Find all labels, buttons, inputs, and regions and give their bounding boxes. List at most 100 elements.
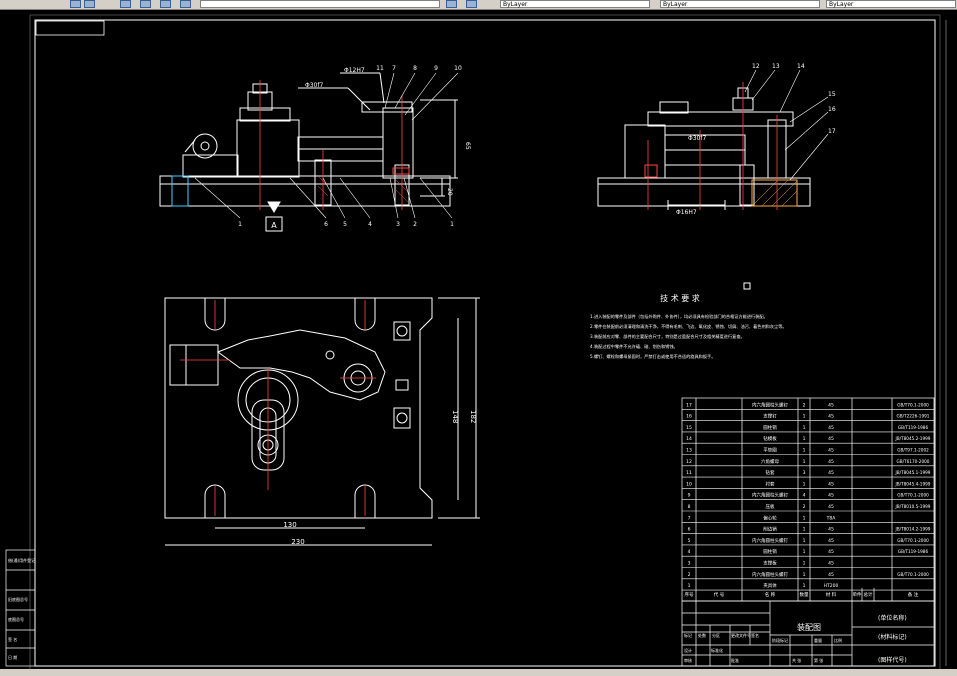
side-view bbox=[597, 69, 829, 210]
bom-cell: JB/T8045.2-1999 bbox=[895, 436, 931, 441]
svg-text:标记: 标记 bbox=[684, 632, 692, 638]
bom-cell: 支撑钉 bbox=[763, 413, 777, 420]
bom-header-cell: 数量 bbox=[800, 591, 809, 598]
bom-cell: 1 bbox=[803, 515, 806, 521]
svg-text:旧底图总号: 旧底图总号 bbox=[8, 596, 28, 602]
bom-cell: JB/T8014.2-1999 bbox=[895, 527, 931, 532]
bom-cell: 六角螺母 bbox=[761, 458, 779, 465]
svg-text:8: 8 bbox=[413, 65, 417, 72]
bom-header-cell: 名 称 bbox=[765, 591, 776, 598]
bom-cell: 17 bbox=[686, 402, 692, 408]
plan-height-outer: 182 bbox=[469, 410, 477, 423]
side-stamp bbox=[5, 549, 36, 667]
material-code: (材料标记) bbox=[878, 633, 907, 641]
bom-cell: 平垫圈 bbox=[763, 447, 777, 454]
bom-cell: 夹具体 bbox=[763, 582, 777, 589]
bom-cell: 内六角圆柱头螺钉 bbox=[752, 537, 788, 544]
front-fit-label: Φ30f7 bbox=[305, 82, 323, 89]
bom-cell: 1 bbox=[803, 561, 806, 567]
bom-cell: 削边销 bbox=[763, 526, 777, 533]
svg-text:标准化: 标准化 bbox=[711, 647, 723, 653]
svg-text:13: 13 bbox=[772, 63, 780, 70]
svg-text:12: 12 bbox=[752, 63, 760, 70]
bom-cell: JB/T8045.1-1999 bbox=[895, 470, 931, 475]
bom-cell: 45 bbox=[828, 549, 834, 555]
bom-cell: 偏心轮 bbox=[763, 514, 777, 521]
svg-text:11: 11 bbox=[376, 65, 384, 72]
bom-cell: 4 bbox=[803, 493, 806, 499]
bom-cell: 45 bbox=[828, 572, 834, 578]
svg-text:阶段标记: 阶段标记 bbox=[772, 637, 788, 643]
svg-text:底图总号: 底图总号 bbox=[8, 616, 24, 622]
svg-text:共 张: 共 张 bbox=[792, 657, 801, 663]
bom-cell: 45 bbox=[828, 561, 834, 567]
bom-cell: 11 bbox=[686, 470, 692, 476]
svg-text:1: 1 bbox=[450, 221, 454, 228]
bom-cell: 1 bbox=[803, 583, 806, 589]
bom-cell: 45 bbox=[828, 527, 834, 533]
front-view bbox=[159, 72, 459, 232]
svg-text:3.装配前应对零、部件的主要配合尺寸，特别是过盈配合尺寸及相: 3.装配前应对零、部件的主要配合尺寸，特别是过盈配合尺寸及相关精度进行复查。 bbox=[590, 333, 745, 340]
svg-text:审核: 审核 bbox=[684, 657, 692, 663]
plan-view bbox=[164, 297, 480, 546]
bom-cell: 1 bbox=[803, 448, 806, 454]
svg-text:4.装配过程中零件不允许磕、碰、划伤和锈蚀。: 4.装配过程中零件不允许磕、碰、划伤和锈蚀。 bbox=[590, 343, 678, 350]
bom-cell: GB/T6170-2000 bbox=[897, 459, 930, 464]
bom-cell: 圆柱销 bbox=[763, 424, 777, 431]
svg-text:1.进入装配的零件及部件（包括外购件、外协件），均必须具有检: 1.进入装配的零件及部件（包括外购件、外协件），均必须具有检验部门的合格证方能进… bbox=[590, 313, 768, 320]
bom-cell: 2 bbox=[803, 504, 806, 510]
bom-header-cell: 序号 bbox=[685, 591, 694, 598]
bom-cell: 1 bbox=[803, 436, 806, 442]
title-block-labels: 标记 处数 分区 更改文件号 签名 设计 标准化 审核 批准 阶段标记 重量 比… bbox=[684, 632, 842, 663]
svg-text:2: 2 bbox=[413, 221, 417, 228]
tech-req-list: 1.进入装配的零件及部件（包括外购件、外协件），均必须具有检验部门的合格证方能进… bbox=[590, 313, 787, 360]
svg-text:第 张: 第 张 bbox=[814, 657, 823, 663]
svg-text:设计: 设计 bbox=[684, 647, 692, 653]
svg-text:5: 5 bbox=[343, 221, 347, 228]
svg-text:7: 7 bbox=[392, 65, 396, 72]
bom-header-cell: 备 注 bbox=[908, 591, 919, 598]
bom-cell: 45 bbox=[828, 470, 834, 476]
section-marker: A bbox=[271, 221, 277, 230]
bom-cell: 3 bbox=[688, 561, 691, 567]
svg-text:签 名: 签 名 bbox=[8, 636, 17, 642]
svg-text:比例: 比例 bbox=[834, 637, 842, 643]
bom-cell: 3 bbox=[803, 470, 806, 476]
bom-cell: 1 bbox=[803, 538, 806, 544]
bom-cell: 1 bbox=[803, 414, 806, 420]
bom-cell: 1 bbox=[803, 459, 806, 465]
svg-text:重量: 重量 bbox=[814, 637, 822, 643]
bom-cell: 1 bbox=[803, 549, 806, 555]
svg-text:3: 3 bbox=[396, 221, 400, 228]
side-balloons: 12 13 14 15 16 17 bbox=[752, 63, 836, 135]
bom-cell: GB/T97.1-2002 bbox=[897, 448, 929, 453]
bom-cell: 45 bbox=[828, 504, 834, 510]
svg-text:签名: 签名 bbox=[751, 632, 759, 638]
svg-text:2.零件在装配前必须清理和清洗干净，不得有毛刺、飞边、氧化皮: 2.零件在装配前必须清理和清洗干净，不得有毛刺、飞边、氧化皮、锈蚀、切屑、油污、… bbox=[590, 323, 787, 330]
bom-rows: 17 内六角圆柱头螺钉 2 45 GB/T70.1-200016 支撑钉 1 45 GB/T22… bbox=[682, 401, 934, 598]
bom-cell: JB/T8045.4-1999 bbox=[895, 481, 931, 486]
bom-cell: 1 bbox=[803, 481, 806, 487]
bom-header-cell: 代 号 bbox=[714, 591, 725, 598]
bom-cell: 4 bbox=[688, 549, 691, 555]
svg-text:批准: 批准 bbox=[731, 657, 739, 663]
drawing-name: 装配图 bbox=[797, 622, 821, 632]
drawing-no: (图样代号) bbox=[878, 656, 907, 664]
bom-cell: 45 bbox=[828, 448, 834, 454]
bom-cell: 内六角圆柱头螺钉 bbox=[752, 401, 788, 408]
bom-cell: 45 bbox=[828, 402, 834, 408]
bom-cell: 钻模板 bbox=[763, 435, 777, 442]
svg-text:15: 15 bbox=[828, 91, 836, 98]
bom-cell: T8A bbox=[826, 515, 837, 521]
svg-text:处数: 处数 bbox=[698, 632, 706, 638]
svg-text:1: 1 bbox=[238, 221, 242, 228]
bom-cell: 6 bbox=[688, 527, 691, 533]
height-small-label: 20 bbox=[446, 188, 453, 196]
bom-cell: 45 bbox=[828, 414, 834, 420]
svg-text:14: 14 bbox=[797, 63, 805, 70]
drawing-canvas[interactable]: A Φ30f7 Φ12H7 65 20 7 8 9 10 11 1 6 5 4 … bbox=[0, 0, 957, 676]
svg-text:17: 17 bbox=[828, 128, 836, 135]
drawing-frame bbox=[34, 19, 936, 667]
svg-text:日 期: 日 期 bbox=[8, 654, 17, 660]
bom-cell: 2 bbox=[688, 572, 691, 578]
